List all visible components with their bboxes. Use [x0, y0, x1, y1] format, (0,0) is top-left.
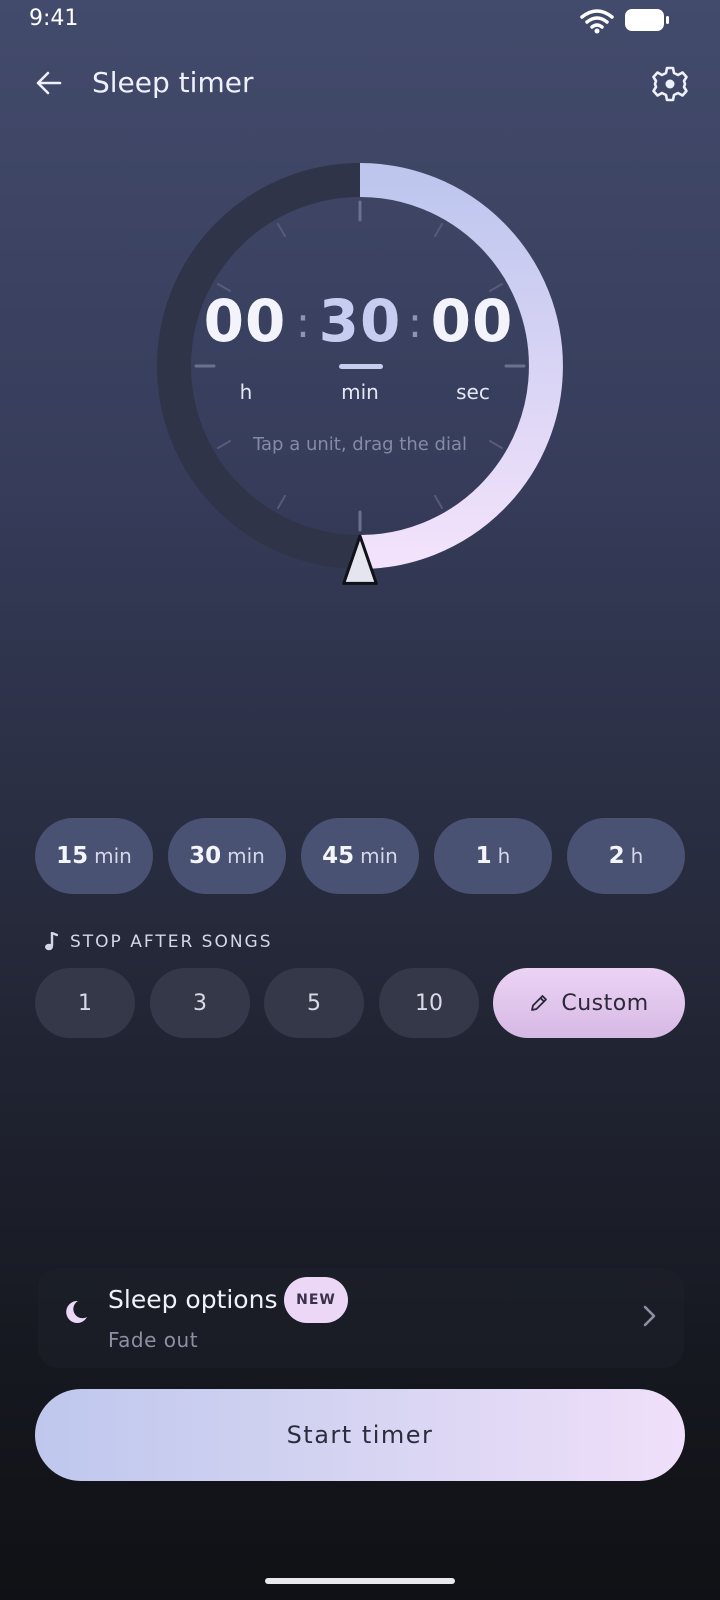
preset-unit: min — [227, 844, 265, 868]
chevron-right-icon — [643, 1305, 656, 1327]
moon-icon — [66, 1300, 87, 1323]
start-timer-button[interactable]: Start timer — [35, 1389, 685, 1481]
preset-value: 30 — [189, 843, 222, 869]
song-chip-10[interactable]: 10 — [379, 968, 479, 1038]
preset-unit: h — [630, 844, 644, 868]
battery-icon — [625, 9, 669, 31]
timer-dial[interactable] — [152, 160, 568, 592]
preset-chip-2-h[interactable]: 2h — [567, 818, 685, 894]
hours-value[interactable]: 00 — [195, 287, 295, 355]
preset-value: 15 — [56, 843, 89, 869]
song-chip-3[interactable]: 3 — [150, 968, 250, 1038]
pencil-icon — [531, 995, 548, 1011]
preset-value: 45 — [322, 843, 355, 869]
stop-after-songs-text: STOP AFTER SONGS — [70, 932, 273, 952]
preset-value: 1 — [475, 843, 492, 869]
preset-unit: min — [94, 844, 132, 868]
custom-label: Custom — [561, 990, 649, 1016]
sleep-options-title: Sleep options — [108, 1285, 278, 1314]
new-badge: NEW — [284, 1277, 348, 1323]
page-title: Sleep timer — [92, 66, 254, 99]
seconds-value[interactable]: 00 — [422, 287, 522, 355]
home-indicator[interactable] — [265, 1578, 455, 1584]
custom-songs-button[interactable]: Custom — [493, 968, 685, 1038]
gear-icon[interactable] — [650, 64, 690, 104]
preset-unit: min — [360, 844, 398, 868]
dial-tick — [277, 494, 286, 510]
minutes-value[interactable]: 30 — [310, 287, 410, 355]
preset-chip-15-min[interactable]: 15 min — [35, 818, 153, 894]
sleep-options-subtitle: Fade out — [108, 1328, 199, 1352]
wifi-icon — [580, 9, 614, 34]
preset-chip-45-min[interactable]: 45 min — [301, 818, 419, 894]
sleep-options-row[interactable] — [38, 1268, 684, 1368]
dial-hint: Tap a unit, drag the dial — [253, 434, 467, 455]
seconds-unit-label[interactable]: sec — [433, 380, 513, 404]
active-unit-indicator — [339, 364, 383, 369]
preset-unit: h — [497, 844, 511, 868]
dial-tick — [434, 494, 443, 510]
preset-chip-30-min[interactable]: 30 min — [168, 818, 286, 894]
music-note-icon — [45, 932, 58, 951]
status-time: 9:41 — [29, 6, 79, 31]
preset-chip-1-h[interactable]: 1h — [434, 818, 552, 894]
song-chip-1[interactable]: 1 — [35, 968, 135, 1038]
arrow-left-icon[interactable] — [30, 64, 68, 102]
dial-tick — [434, 222, 443, 238]
stop-after-songs-label: STOP AFTER SONGS — [44, 932, 273, 952]
song-chip-5[interactable]: 5 — [264, 968, 364, 1038]
hours-unit-label[interactable]: h — [206, 380, 286, 404]
preset-value: 2 — [608, 843, 625, 869]
dial-tick — [277, 222, 286, 238]
minutes-unit-label[interactable]: min — [320, 380, 400, 404]
